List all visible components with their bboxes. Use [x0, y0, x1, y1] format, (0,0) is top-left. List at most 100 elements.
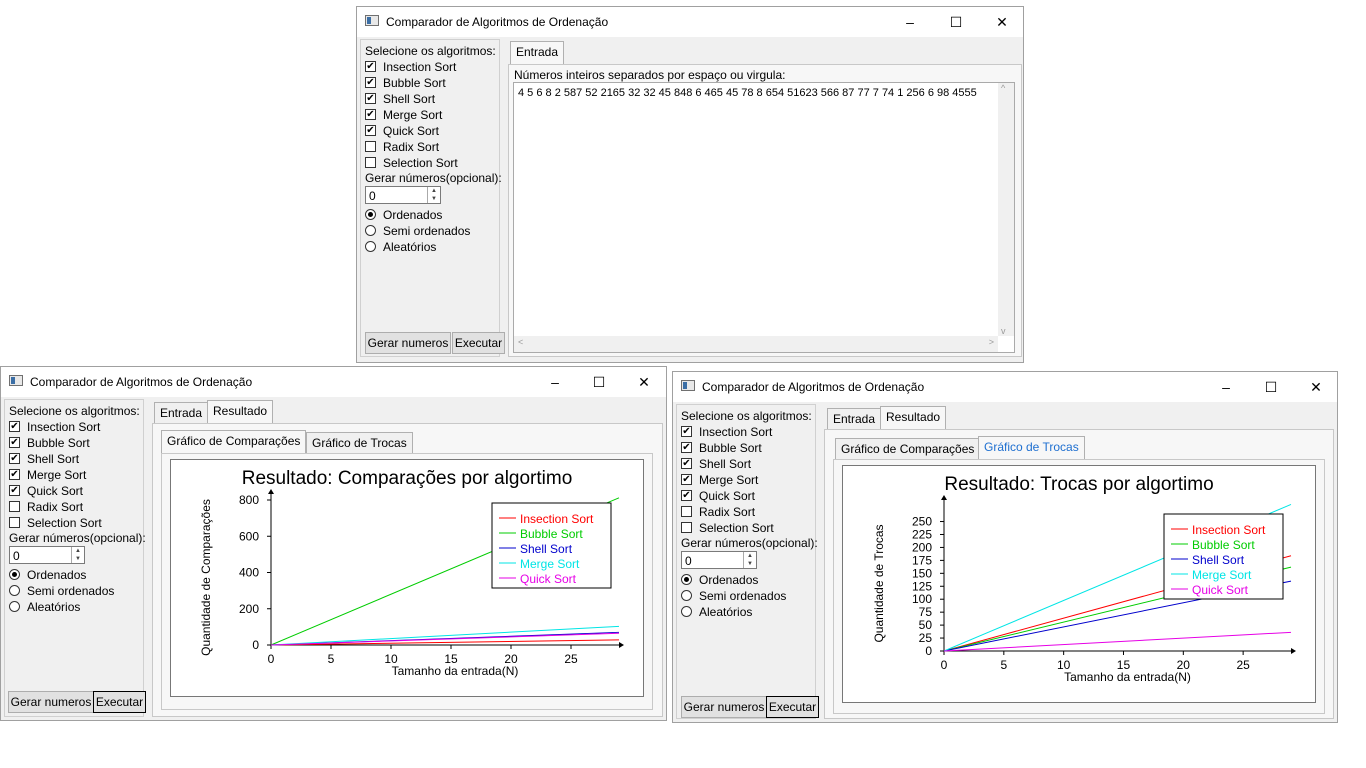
checkbox-label: Merge Sort: [27, 468, 87, 482]
checkbox-icon[interactable]: ✔: [365, 125, 376, 136]
x-tick-label: 5: [1000, 658, 1007, 672]
stepper-arrows-icon[interactable]: ▲ ▼: [743, 552, 756, 568]
radio-icon[interactable]: [9, 601, 20, 612]
radio-icon[interactable]: [9, 585, 20, 596]
y-tick-label: 400: [239, 566, 259, 580]
checkbox-icon[interactable]: ✔: [365, 77, 376, 88]
y-tick-label: 50: [919, 618, 933, 632]
radio-icon[interactable]: [365, 225, 376, 236]
checkbox-label: Radix Sort: [383, 140, 440, 154]
radio-icon[interactable]: [365, 241, 376, 252]
checkbox-label: Merge Sort: [383, 108, 443, 122]
checkbox-icon[interactable]: ✔: [9, 453, 20, 464]
minimize-button[interactable]: –: [1203, 372, 1249, 402]
radio-icon[interactable]: [681, 590, 692, 601]
y-tick-label: 250: [912, 515, 932, 529]
y-tick-label: 25: [919, 631, 933, 645]
close-button[interactable]: ✕: [979, 7, 1025, 37]
radio-icon[interactable]: [9, 569, 20, 580]
title-bar[interactable]: Comparador de Algoritmos de Ordenação – …: [357, 7, 1023, 37]
checkbox-label: Bubble Sort: [383, 76, 446, 90]
checkbox-icon[interactable]: ✔: [9, 421, 20, 432]
checkbox-label: Insection Sort: [699, 425, 773, 439]
x-tick-label: 25: [1236, 658, 1250, 672]
generate-numbers-button[interactable]: Gerar numeros: [8, 691, 94, 713]
checkbox-icon[interactable]: ✔: [9, 437, 20, 448]
checkbox-icon[interactable]: [9, 501, 20, 512]
x-axis-label: Tamanho da entrada(N): [392, 664, 519, 678]
run-button[interactable]: Executar: [452, 332, 505, 354]
checkbox-icon[interactable]: [9, 517, 20, 528]
maximize-button[interactable]: ☐: [1248, 372, 1294, 402]
close-button[interactable]: ✕: [621, 367, 667, 397]
vertical-scrollbar[interactable]: ^ v: [998, 83, 1014, 336]
numbers-input-value: 4 5 6 8 2 587 52 2165 32 32 45 848 6 465…: [518, 87, 977, 99]
checkbox-icon[interactable]: [681, 522, 692, 533]
quantity-stepper[interactable]: 0 ▲ ▼: [9, 546, 85, 564]
generate-numbers-button[interactable]: Gerar numeros: [681, 696, 767, 718]
window-title: Comparador de Algoritmos de Ordenação: [30, 375, 253, 389]
legend-label: Merge Sort: [1192, 568, 1252, 582]
quantity-stepper[interactable]: 0 ▲ ▼: [681, 551, 757, 569]
checkbox-icon[interactable]: ✔: [365, 93, 376, 104]
radio-label: Semi ordenados: [699, 589, 787, 603]
stepper-arrows-icon[interactable]: ▲ ▼: [427, 187, 440, 203]
run-button[interactable]: Executar: [93, 691, 146, 713]
maximize-button[interactable]: ☐: [933, 7, 979, 37]
quantity-stepper[interactable]: 0 ▲ ▼: [365, 186, 441, 204]
checkbox-icon[interactable]: ✔: [681, 426, 692, 437]
stepper-arrows-icon[interactable]: ▲ ▼: [71, 547, 84, 563]
checkbox-label: Radix Sort: [699, 505, 756, 519]
tab-comparisons-chart[interactable]: Gráfico de Comparações: [161, 430, 307, 454]
minimize-button[interactable]: –: [532, 367, 578, 397]
checkbox-icon[interactable]: ✔: [681, 442, 692, 453]
y-tick-label: 225: [912, 527, 932, 541]
numbers-input[interactable]: 4 5 6 8 2 587 52 2165 32 32 45 848 6 465…: [513, 82, 1015, 353]
algorithms-header: Selecione os algoritmos:: [681, 409, 812, 423]
swaps-chart: Resultado: Trocas por algortimo 0 5 10 15 20 2…: [842, 465, 1316, 703]
checkbox-icon[interactable]: ✔: [681, 490, 692, 501]
checkbox-icon[interactable]: ✔: [365, 61, 376, 72]
checkbox-label: Quick Sort: [27, 484, 84, 498]
generate-label: Gerar números(opcional):: [365, 171, 502, 185]
tab-input[interactable]: Entrada: [154, 402, 209, 424]
series-line-quick-sort: [943, 631, 1292, 652]
close-button[interactable]: ✕: [1293, 372, 1339, 402]
checkbox-label: Selection Sort: [383, 156, 458, 170]
radio-icon[interactable]: [365, 209, 376, 220]
checkbox-icon[interactable]: [365, 141, 376, 152]
checkbox-icon[interactable]: ✔: [9, 469, 20, 480]
y-tick-label: 175: [912, 553, 932, 567]
checkbox-icon[interactable]: [365, 157, 376, 168]
radio-icon[interactable]: [681, 606, 692, 617]
tab-result[interactable]: Resultado: [880, 406, 947, 430]
tab-swaps-chart[interactable]: Gráfico de Trocas: [978, 436, 1085, 460]
title-bar[interactable]: Comparador de Algoritmos de Ordenação – …: [673, 372, 1337, 402]
radio-icon[interactable]: [681, 574, 692, 585]
generate-numbers-button[interactable]: Gerar numeros: [365, 332, 451, 354]
tab-result[interactable]: Resultado: [207, 400, 274, 424]
tab-swaps-chart[interactable]: Gráfico de Trocas: [306, 432, 413, 454]
maximize-button[interactable]: ☐: [576, 367, 622, 397]
result-tab-panel: Gráfico de Comparações Gráfico de Trocas…: [824, 429, 1334, 719]
tab-comparisons-chart[interactable]: Gráfico de Comparações: [835, 438, 981, 460]
legend-label: Bubble Sort: [520, 527, 583, 541]
run-button[interactable]: Executar: [766, 696, 819, 718]
checkbox-icon[interactable]: ✔: [681, 474, 692, 485]
tab-input[interactable]: Entrada: [827, 408, 882, 430]
app-icon: [365, 15, 379, 26]
tab-input[interactable]: Entrada: [510, 41, 565, 65]
checkbox-icon[interactable]: ✔: [9, 485, 20, 496]
y-tick-label: 75: [919, 605, 933, 619]
window-top: Comparador de Algoritmos de Ordenação – …: [356, 6, 1024, 363]
radio-label: Aleatórios: [699, 605, 753, 619]
minimize-button[interactable]: –: [887, 7, 933, 37]
checkbox-icon[interactable]: ✔: [365, 109, 376, 120]
legend-label: Insection Sort: [520, 512, 594, 526]
checkbox-label: Bubble Sort: [699, 441, 762, 455]
horizontal-scrollbar[interactable]: < >: [514, 336, 998, 352]
window-title: Comparador de Algoritmos de Ordenação: [702, 380, 925, 394]
checkbox-icon[interactable]: [681, 506, 692, 517]
title-bar[interactable]: Comparador de Algoritmos de Ordenação – …: [1, 367, 666, 397]
checkbox-icon[interactable]: ✔: [681, 458, 692, 469]
